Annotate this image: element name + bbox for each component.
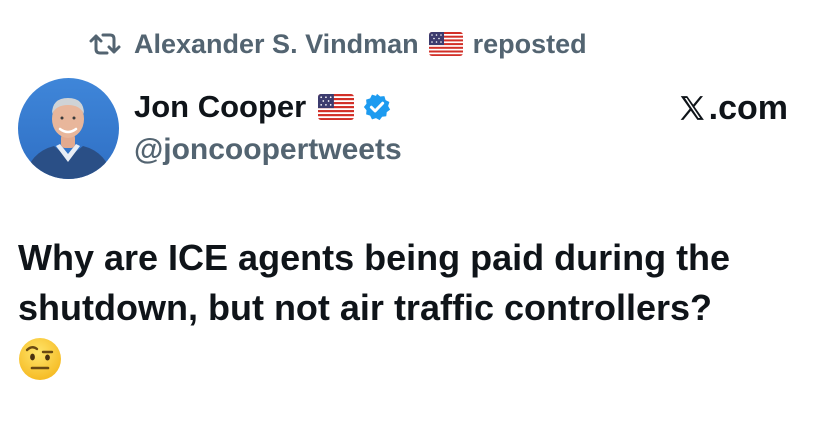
us-flag-icon — [428, 32, 463, 56]
verified-badge-icon — [362, 92, 392, 122]
avatar[interactable] — [18, 78, 119, 179]
tweet-text: Why are ICE agents being paid during the… — [18, 237, 731, 328]
author-name[interactable]: Jon Cooper — [134, 89, 306, 125]
x-com-brand[interactable]: .com — [677, 88, 788, 128]
author-handle[interactable]: @joncoopertweets — [134, 133, 402, 167]
brand-suffix: .com — [708, 88, 788, 127]
author-name-line: Jon Cooper — [134, 87, 402, 127]
repost-user-name[interactable]: Alexander S. Vindman — [134, 29, 419, 60]
repost-header: Alexander S. Vindman reposted — [88, 26, 587, 62]
repost-icon — [88, 29, 124, 59]
x-logo-icon — [677, 93, 707, 123]
repost-label: reposted — [472, 28, 587, 59]
us-flag-icon — [318, 94, 355, 120]
face-with-raised-eyebrow-icon — [18, 337, 62, 381]
author-block: Jon Cooper @joncoopertweets — [134, 87, 402, 167]
